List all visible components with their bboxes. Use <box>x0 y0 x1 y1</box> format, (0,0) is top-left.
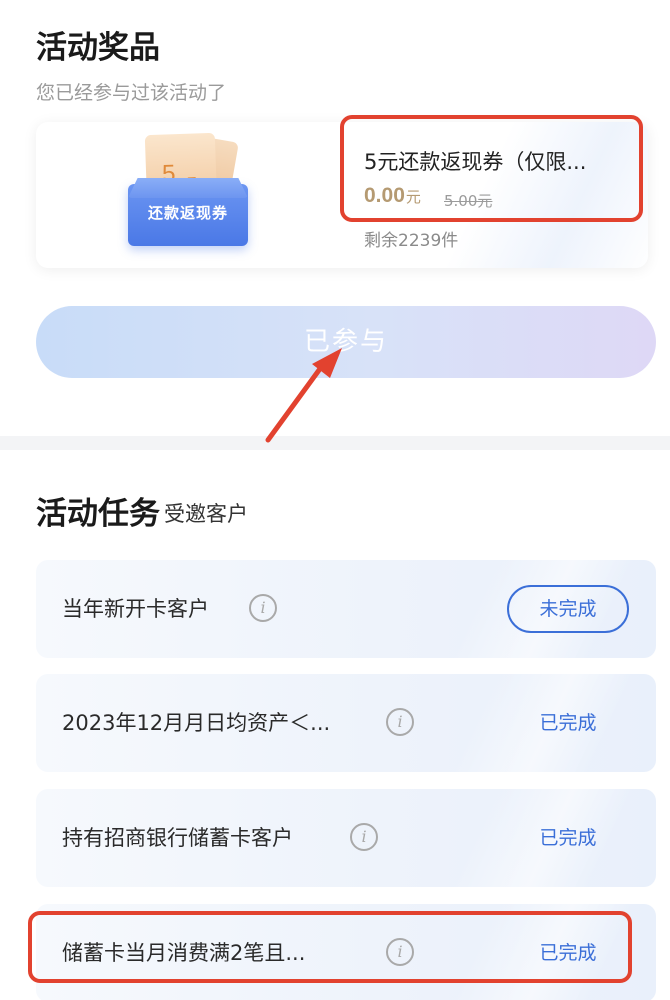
task-section-subtitle: 受邀客户 <box>164 502 248 526</box>
info-icon[interactable]: i <box>386 938 414 966</box>
info-icon[interactable]: i <box>350 823 378 851</box>
info-icon[interactable]: i <box>386 708 414 736</box>
task-status-label: 已完成 <box>539 712 597 734</box>
task-status-label: 已完成 <box>539 827 597 849</box>
envelope-label: 还款返现券 <box>147 204 228 222</box>
task-item[interactable]: 储蓄卡当月消费满2笔且... i 已完成 <box>36 904 656 1000</box>
prize-info: 5元还款返现券（仅限... 0.00元 5.00元 剩余2239件 <box>364 122 648 268</box>
task-name: 当年新开卡客户 <box>62 597 209 621</box>
task-section-title: 活动任务 <box>36 496 160 532</box>
prize-card[interactable]: 5 元 还款返现券 5元还款返现券（仅限... 0.00元 5.00元 剩余22… <box>36 122 648 268</box>
task-name: 持有招商银行储蓄卡客户 <box>62 826 293 850</box>
task-item[interactable]: 持有招商银行储蓄卡客户 i 已完成 <box>36 789 656 887</box>
task-item[interactable]: 2023年12月月日均资产＜... i 已完成 <box>36 674 656 772</box>
task-status-label: 已完成 <box>539 942 597 964</box>
prize-original-price: 5.00元 <box>444 192 493 210</box>
prize-section-title: 活动奖品 <box>36 30 160 66</box>
task-status-button[interactable]: 未完成 <box>507 585 629 633</box>
task-section: 活动任务 受邀客户 当年新开卡客户 i 未完成 2023年12月月日均资产＜..… <box>0 450 670 1000</box>
coupon-image: 5 元 还款返现券 <box>128 132 258 254</box>
prize-price-value: 0.00 <box>364 184 405 207</box>
section-divider <box>0 436 670 450</box>
activity-page: 活动奖品 您已经参与过该活动了 5 元 还款返现券 5元还款返现券（仅限... … <box>0 0 670 1000</box>
prize-section: 活动奖品 您已经参与过该活动了 5 元 还款返现券 5元还款返现券（仅限... … <box>0 0 670 436</box>
prize-stock: 剩余2239件 <box>364 231 459 251</box>
prize-price: 0.00元 <box>364 184 421 208</box>
task-name: 储蓄卡当月消费满2笔且... <box>62 941 306 965</box>
prize-section-subtitle: 您已经参与过该活动了 <box>36 82 227 104</box>
task-name: 2023年12月月日均资产＜... <box>62 711 331 735</box>
envelope-flap-shape <box>128 178 248 198</box>
task-item[interactable]: 当年新开卡客户 i 未完成 <box>36 560 656 658</box>
info-icon[interactable]: i <box>249 594 277 622</box>
joined-button[interactable]: 已参与 <box>36 306 656 378</box>
prize-price-unit: 元 <box>405 189 421 206</box>
prize-name: 5元还款返现券（仅限... <box>364 150 587 174</box>
